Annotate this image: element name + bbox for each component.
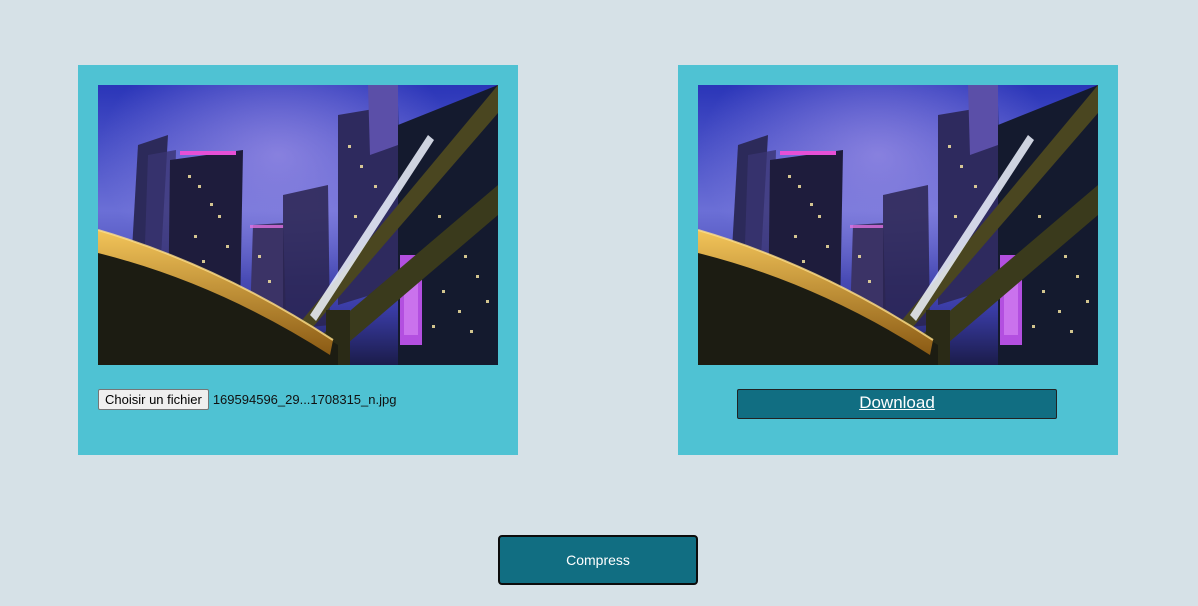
selected-file-name: 169594596_29...1708315_n.jpg: [212, 392, 397, 407]
original-image-preview: [98, 85, 498, 365]
compressed-image-panel: Download: [678, 65, 1118, 455]
choose-file-button[interactable]: Choisir un fichier: [98, 389, 209, 410]
download-button[interactable]: Download: [737, 389, 1057, 419]
compress-button[interactable]: Compress: [498, 535, 698, 585]
file-input[interactable]: Choisir un fichier 169594596_29...170831…: [98, 389, 396, 410]
original-image-panel: Choisir un fichier 169594596_29...170831…: [78, 65, 518, 455]
compressed-image-preview: [698, 85, 1098, 365]
